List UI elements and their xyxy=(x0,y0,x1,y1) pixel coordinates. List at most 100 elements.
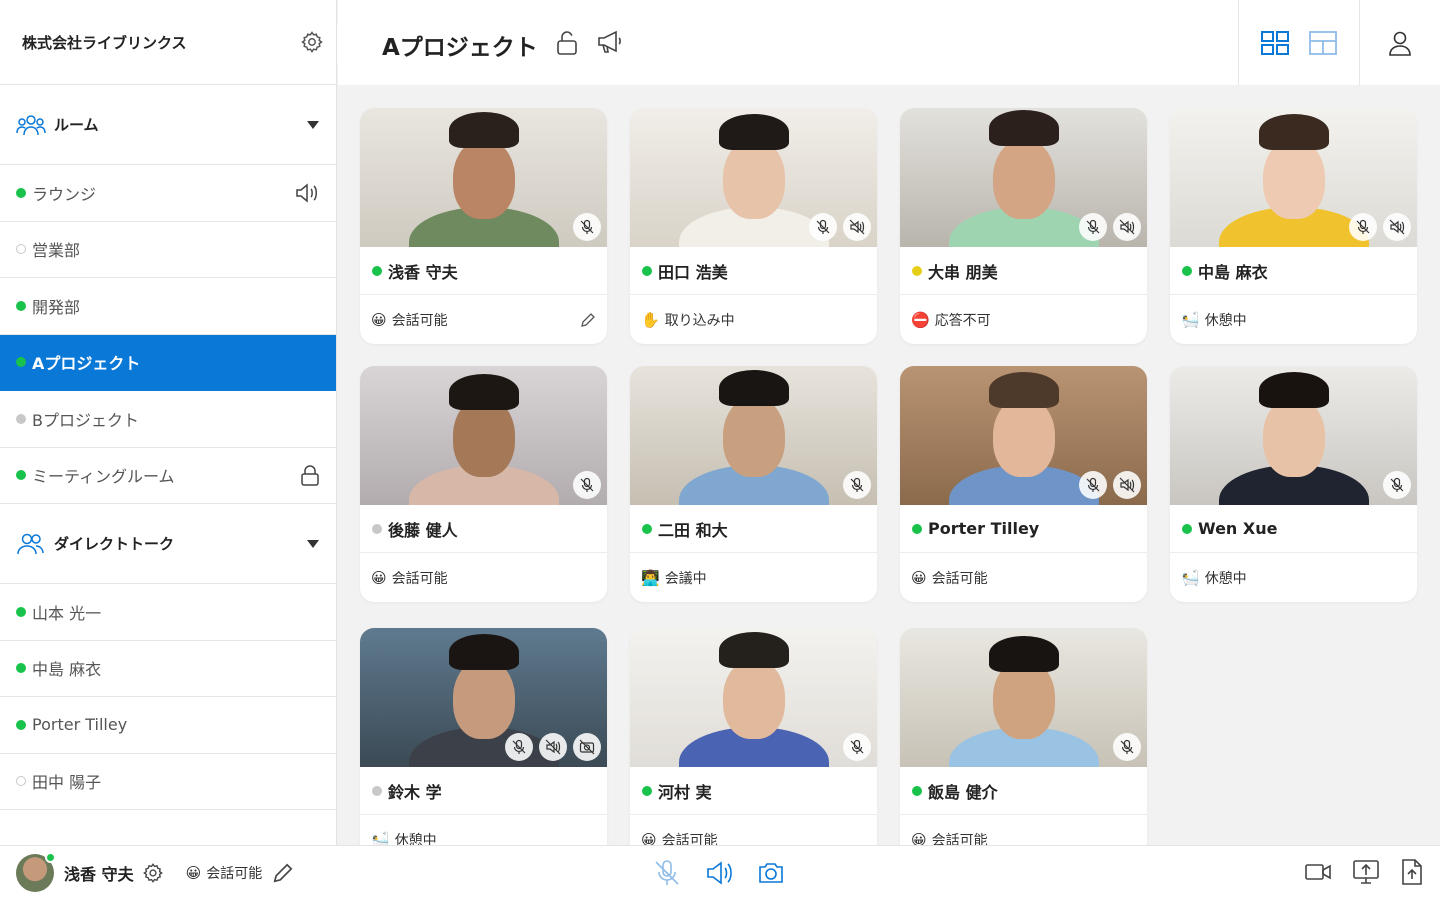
sidebar-item-label: ミーティングルーム xyxy=(32,467,175,487)
sidebar-item-label: 中島 麻衣 xyxy=(32,660,102,680)
sidebar-item-lounge[interactable]: ラウンジ xyxy=(0,165,336,222)
member-status: 休憩中 xyxy=(394,832,437,846)
speaker-muted-icon xyxy=(539,733,567,761)
member-name-row: 浅香 守夫 xyxy=(360,247,607,295)
sidebar-dm-tanaka[interactable]: 田中 陽子 xyxy=(0,754,336,810)
member-grid: 浅香 守夫 😀 会話可能 田口 浩美 ✋ 取り込み中 大串 朋美 ⛔ 応答不可 … xyxy=(338,85,1440,845)
mic-toggle-button[interactable] xyxy=(652,858,682,888)
mic-muted-icon xyxy=(1383,471,1411,499)
direct-section-label: ダイレクトトーク xyxy=(54,535,175,553)
status-emoji: 😀 xyxy=(911,830,927,846)
pencil-icon xyxy=(273,863,293,883)
member-card[interactable]: 浅香 守夫 😀 会話可能 xyxy=(360,108,607,344)
sidebar-item-label: Bプロジェクト xyxy=(32,410,139,430)
my-status[interactable]: 😀 会話可能 xyxy=(186,863,263,883)
presence-dot xyxy=(16,719,26,730)
camera-button[interactable] xyxy=(756,858,786,888)
member-name-row: 後藤 健人 xyxy=(360,505,607,553)
status-emoji: 😀 xyxy=(371,310,387,329)
presence-dot xyxy=(16,413,26,424)
topbar: Aプロジェクト xyxy=(338,0,1440,85)
member-card[interactable]: 後藤 健人 😀 会話可能 xyxy=(360,366,607,602)
user-icon xyxy=(1389,31,1411,56)
sidebar-item-label: Aプロジェクト xyxy=(32,354,141,374)
file-upload-button[interactable] xyxy=(1400,858,1424,886)
grid-view-button[interactable] xyxy=(1261,30,1289,55)
room-lock-button[interactable] xyxy=(556,30,578,56)
video-button[interactable] xyxy=(1304,858,1332,886)
sidebar-item-label: 開発部 xyxy=(32,297,81,317)
direct-section-header[interactable]: ダイレクトトーク xyxy=(0,504,336,584)
member-status-row: ⛔ 応答不可 xyxy=(900,295,1147,344)
mic-muted-icon xyxy=(1349,213,1377,241)
sidebar-item-label: 田中 陽子 xyxy=(32,773,102,793)
mic-muted-icon xyxy=(843,471,871,499)
speaker-muted-icon xyxy=(1113,471,1141,499)
member-card[interactable]: 大串 朋美 ⛔ 応答不可 xyxy=(900,108,1147,344)
member-status: 応答不可 xyxy=(934,312,991,329)
member-card[interactable]: 鈴木 学 🛀 休憩中 xyxy=(360,628,607,845)
presence-dot xyxy=(16,606,26,617)
user-menu-button[interactable] xyxy=(1360,0,1440,85)
presence-dot xyxy=(1182,523,1192,534)
sidebar-item-meeting-room[interactable]: ミーティングルーム xyxy=(0,448,336,504)
member-name-row: 田口 浩美 xyxy=(630,247,877,295)
presence-dot xyxy=(45,852,56,863)
avatar[interactable] xyxy=(16,852,56,892)
status-emoji: ⛔ xyxy=(911,310,930,329)
video-tile xyxy=(360,108,607,247)
sidebar-item-project-b[interactable]: Bプロジェクト xyxy=(0,391,336,448)
member-name: 田口 浩美 xyxy=(658,262,728,282)
spotlight-view-button[interactable] xyxy=(1309,30,1337,55)
speaker-icon xyxy=(296,183,317,203)
member-status-row: 😀 会話可能 xyxy=(900,815,1147,846)
member-status-row: 😀 会話可能 xyxy=(360,553,607,602)
status-emoji: 😀 xyxy=(911,568,927,587)
sidebar-dm-yamamoto[interactable]: 山本 光一 xyxy=(0,584,336,641)
my-settings-button[interactable] xyxy=(142,862,164,884)
speaker-icon xyxy=(707,861,732,885)
mic-muted-icon xyxy=(573,213,601,241)
video-tile xyxy=(900,366,1147,505)
member-status: 会話可能 xyxy=(931,570,988,587)
member-status: 会話可能 xyxy=(391,570,448,587)
presence-dot xyxy=(16,244,26,255)
member-card[interactable]: 河村 実 😀 会話可能 xyxy=(630,628,877,845)
video-camera-icon xyxy=(1305,864,1331,880)
sidebar-dm-nakajima[interactable]: 中島 麻衣 xyxy=(0,641,336,697)
presence-dot xyxy=(16,663,26,674)
video-tile xyxy=(630,366,877,505)
member-card[interactable]: 二田 和大 👨‍💻 会議中 xyxy=(630,366,877,602)
presence-dot xyxy=(16,300,26,311)
presence-dot xyxy=(372,523,382,534)
presence-dot xyxy=(16,187,26,198)
member-card[interactable]: Wen Xue 🛀 休憩中 xyxy=(1170,366,1417,602)
edit-my-status-button[interactable] xyxy=(272,862,294,884)
sidebar-item-dev[interactable]: 開発部 xyxy=(0,278,336,335)
announce-button[interactable] xyxy=(596,29,624,55)
member-card[interactable]: 飯島 健介 😀 会話可能 xyxy=(900,628,1147,845)
video-tile xyxy=(360,628,607,767)
sidebar-dm-porter[interactable]: Porter Tilley xyxy=(0,697,336,754)
presence-dot xyxy=(1182,265,1192,276)
lock-icon xyxy=(301,465,319,486)
member-name: 大串 朋美 xyxy=(928,262,998,282)
member-card[interactable]: 田口 浩美 ✋ 取り込み中 xyxy=(630,108,877,344)
member-card[interactable]: Porter Tilley 😀 会話可能 xyxy=(900,366,1147,602)
status-emoji: 😀 xyxy=(371,568,387,587)
rooms-section-header[interactable]: ルーム xyxy=(0,85,336,165)
sidebar-item-label: Porter Tilley xyxy=(32,715,128,735)
screen-share-button[interactable] xyxy=(1352,858,1380,886)
member-name: Porter Tilley xyxy=(928,519,1040,538)
file-upload-icon xyxy=(1402,859,1422,885)
member-card[interactable]: 中島 麻衣 🛀 休憩中 xyxy=(1170,108,1417,344)
org-settings-button[interactable] xyxy=(300,30,324,54)
member-name-row: 中島 麻衣 xyxy=(1170,247,1417,295)
member-name-row: 鈴木 学 xyxy=(360,767,607,815)
speaker-toggle-button[interactable] xyxy=(704,858,734,888)
edit-status-button[interactable] xyxy=(580,312,596,328)
sidebar-item-label: 山本 光一 xyxy=(32,603,102,623)
sidebar-item-sales[interactable]: 営業部 xyxy=(0,222,336,278)
my-name: 浅香 守夫 xyxy=(64,865,134,884)
sidebar-item-project-a[interactable]: Aプロジェクト xyxy=(0,334,336,391)
